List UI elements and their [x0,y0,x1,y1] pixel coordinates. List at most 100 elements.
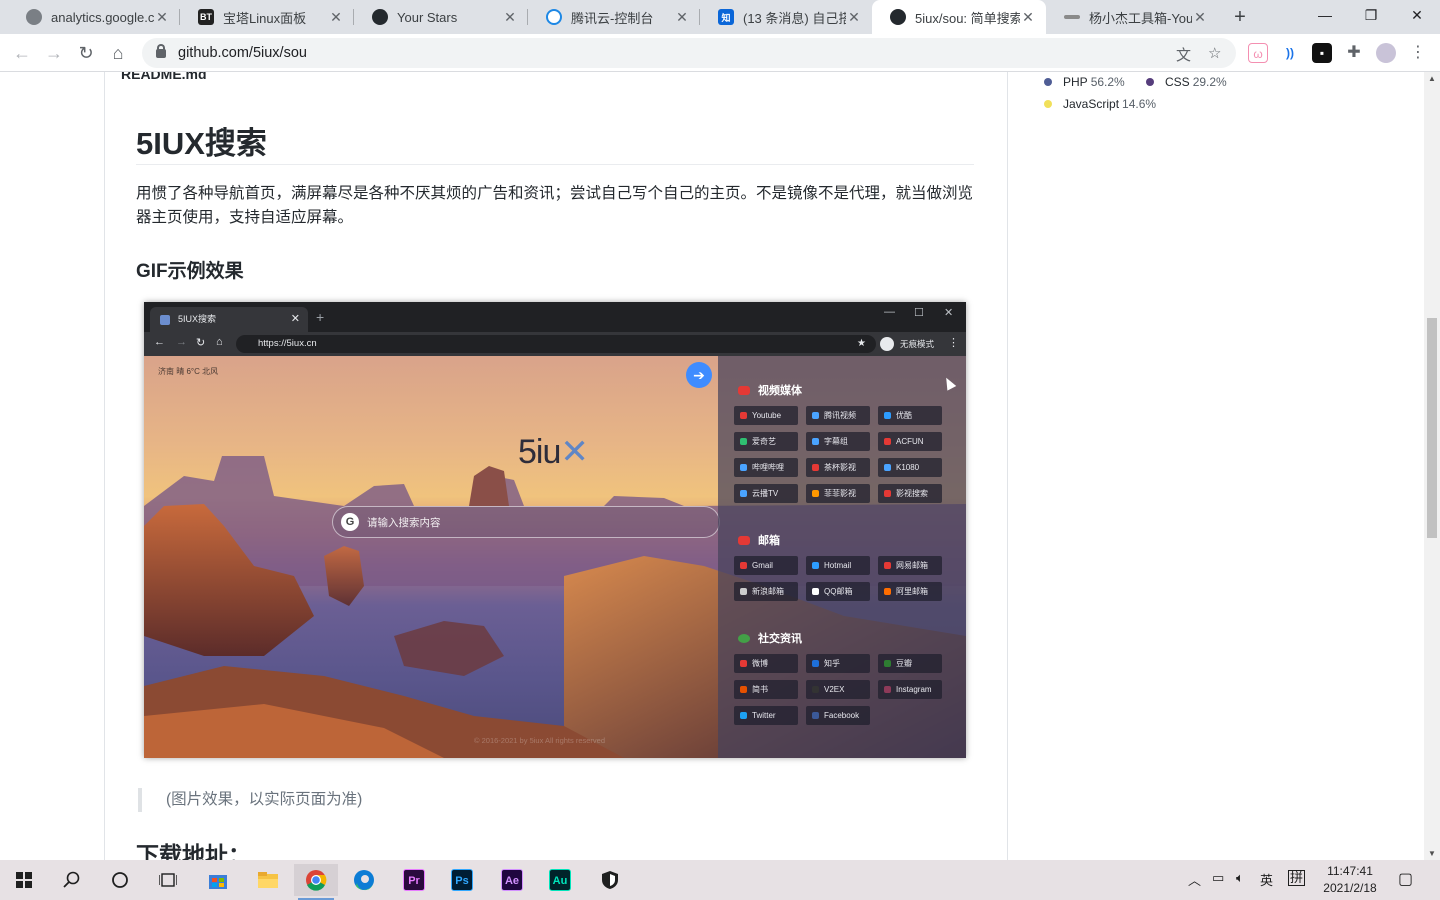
close-icon[interactable]: ✕ [502,9,518,26]
link-item: 知乎 [806,654,870,673]
bookmark-star-icon[interactable]: ☆ [1208,44,1221,62]
close-icon: ✕ [944,307,954,319]
tab-tencent-cloud[interactable]: 腾讯云-控制台 ✕ [528,0,700,34]
cortana-icon[interactable] [98,864,142,896]
tab-title: 腾讯云-控制台 [571,10,654,26]
plus-icon: + [316,309,325,325]
after-effects-icon[interactable]: Ae [490,864,534,896]
security-shield-icon[interactable] [588,864,632,896]
scrollbar-thumb[interactable] [1427,318,1437,538]
back-button[interactable]: ← [8,39,36,67]
clock-time: 11:47:41 [1327,864,1373,878]
home-icon: ⌂ [216,336,223,348]
link-item: 云播TV [734,484,798,503]
system-clock[interactable]: 11:47:41 2021/2/18 [1316,863,1384,897]
language-css[interactable]: CSS 29.2% [1146,75,1227,89]
search-icon[interactable] [50,864,94,896]
file-explorer-icon[interactable] [246,864,290,896]
link-item: V2EX [806,680,870,699]
section-title: 社交资讯 [758,633,802,645]
notification-icon[interactable]: ▢ [1398,869,1413,889]
translate-icon[interactable]: 文 [1176,44,1191,65]
tab-title: 宝塔Linux面板 [223,10,307,26]
task-view-icon[interactable] [146,864,190,896]
chrome-icon[interactable] [294,864,338,900]
tab-your-stars[interactable]: Your Stars ✕ [354,0,528,34]
link-item: 豆瓣 [878,654,942,673]
close-icon[interactable]: ✕ [846,9,862,26]
tab-analytics[interactable]: analytics.google.co ✕ [8,0,180,34]
page-scrollbar[interactable]: ▲ ▼ [1424,72,1440,860]
close-window-button[interactable]: ✕ [1394,0,1440,30]
links-panel: 视频媒体 Youtube 腾讯视频 优酷 爱奇艺 字幕组 ACFUN 哔哩哔哩 … [718,356,966,758]
photoshop-icon[interactable]: Ps [440,864,484,896]
tab-zhihu[interactable]: 知 (13 条消息) 自己搭 ✕ [700,0,872,34]
minimize-button[interactable]: — [1302,0,1348,30]
arrow-right-icon: ➔ [686,362,712,388]
video-icon [738,386,750,395]
globe-icon [26,9,42,25]
section-title: 视频媒体 [758,385,802,397]
tray-expand-icon[interactable]: ︿ [1188,870,1201,889]
tab-extension-icon[interactable]: ▪ [1312,43,1332,63]
close-icon[interactable]: ✕ [328,9,344,26]
premiere-icon[interactable]: Pr [392,864,436,896]
close-icon[interactable]: ✕ [674,9,690,26]
divider [136,164,974,165]
reload-icon: ↻ [196,337,206,349]
readme-intro: 用惯了各种导航首页，满屏幕尽是各种不厌其烦的广告和资讯；尝试自己写个自己的主页。… [136,185,974,226]
section-mail: 邮箱 [738,532,780,548]
link-item: Instagram [878,680,942,699]
link-item: 字幕组 [806,432,870,451]
audition-icon[interactable]: Au [538,864,582,896]
ime-mode[interactable]: 拼 [1288,870,1306,886]
sound-extension-icon[interactable]: )) [1280,43,1300,63]
close-icon[interactable]: ✕ [154,9,170,26]
language-php[interactable]: PHP 56.2% [1044,75,1125,89]
scroll-up-icon[interactable]: ▲ [1424,74,1440,83]
link-item: 网易邮箱 [878,556,942,575]
address-url[interactable]: github.com/5iux/sou [178,45,307,61]
volume-icon[interactable]: 🔈︎ [1236,870,1244,886]
reload-button[interactable]: ↻ [72,39,100,67]
preview-tab: 5IUX搜索 ✕ [150,307,308,332]
site-logo: 5iu✕ [518,432,589,472]
tab-bt-panel[interactable]: BT 宝塔Linux面板 ✕ [180,0,354,34]
scroll-down-icon[interactable]: ▼ [1424,849,1440,858]
preview-tab-strip: 5IUX搜索 ✕ + — ☐ ✕ [144,302,966,332]
link-item: ACFUN [878,432,942,451]
browser-menu-icon[interactable]: ⋮ [1408,43,1428,63]
language-percent: 29.2% [1192,75,1227,89]
star-icon: ★ [857,338,866,349]
tab-5iux-sou[interactable]: 5iux/sou: 简单搜索 ✕ [872,0,1046,34]
new-tab-button[interactable]: + [1228,5,1252,29]
logo-mark: ✕ [560,433,588,471]
link-item: 新浪邮箱 [734,582,798,601]
home-button[interactable]: ⌂ [104,39,132,67]
image-caption: (图片效果，以实际页面为准) [138,788,362,812]
gif-preview-image[interactable]: 5IUX搜索 ✕ + — ☐ ✕ ← → ↻ ⌂ https://5iux.cn… [144,302,966,758]
close-icon[interactable]: ✕ [1020,9,1036,26]
link-item: QQ邮箱 [806,582,870,601]
edge-icon[interactable] [342,864,386,896]
cat-extension-icon[interactable]: ω [1248,43,1268,63]
ime-language[interactable]: 英 [1260,870,1273,889]
restore-button[interactable]: ❐ [1348,0,1394,30]
address-bar[interactable]: github.com/5iux/sou 文 ☆ [142,38,1236,68]
logo-text: 5iu [518,433,561,471]
network-icon[interactable]: ▭ [1212,870,1224,886]
extensions-puzzle-icon[interactable]: ✚ [1344,43,1364,63]
link-item: 腾讯视频 [806,406,870,425]
close-icon: ✕ [290,313,300,325]
windows-start-icon[interactable] [2,864,46,896]
readme-file-label[interactable]: README.md [121,72,207,82]
store-icon[interactable] [196,864,240,896]
tab-toolbox[interactable]: 杨小杰工具箱-Youn ✕ [1046,0,1218,34]
preview-tab-title: 5IUX搜索 [178,314,217,324]
profile-avatar[interactable] [1376,43,1396,63]
link-item: 优酷 [878,406,942,425]
language-javascript[interactable]: JavaScript 14.6% [1044,97,1156,111]
close-icon[interactable]: ✕ [1192,9,1208,26]
forward-button[interactable]: → [40,39,68,67]
minimize-icon: — [884,306,895,318]
